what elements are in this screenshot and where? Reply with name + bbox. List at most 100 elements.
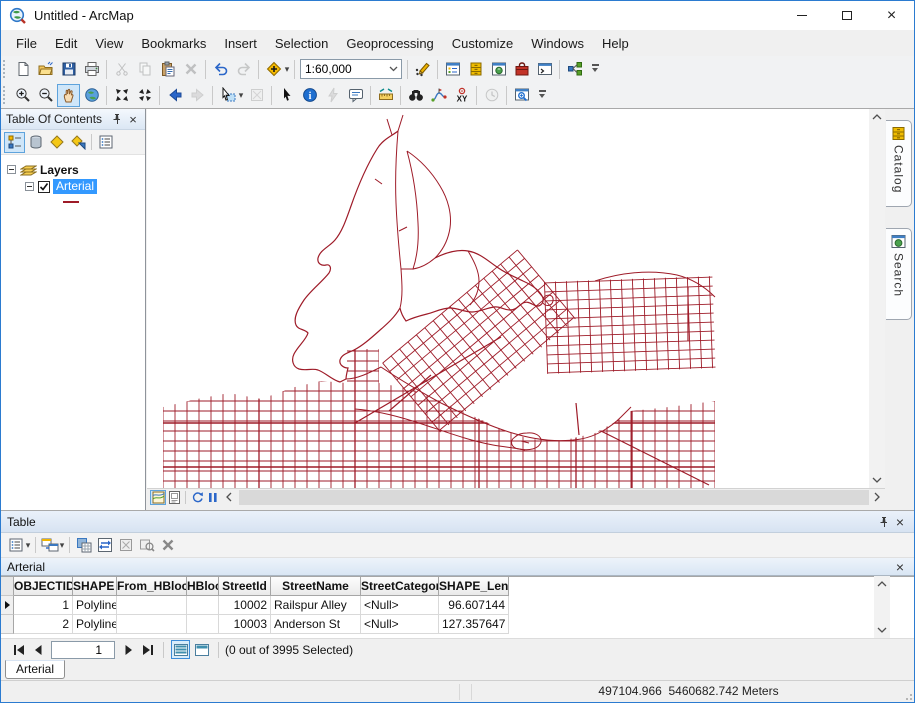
toc-pin-button[interactable] <box>109 111 125 127</box>
show-selected-records-button[interactable] <box>192 640 211 659</box>
cell-streetid[interactable]: 10003 <box>219 615 271 634</box>
arterial-line-symbol[interactable] <box>63 201 79 203</box>
copy-button[interactable] <box>133 58 156 81</box>
select-by-attributes-button[interactable] <box>73 535 94 556</box>
layout-view-button[interactable] <box>166 490 182 505</box>
table-layer-close-button[interactable]: × <box>892 559 908 575</box>
cell-hblock[interactable] <box>187 596 219 615</box>
map-vertical-scrollbar[interactable] <box>869 109 885 488</box>
first-record-button[interactable] <box>9 641 28 659</box>
go-back-extent-button[interactable] <box>163 84 186 107</box>
cell-objectid[interactable]: 2 <box>14 615 73 634</box>
table-row[interactable]: 1 Polyline Z 10002 Railspur Alley <Null>… <box>1 596 914 615</box>
identify-button[interactable]: i <box>298 84 321 107</box>
open-button[interactable] <box>34 58 57 81</box>
row-selector[interactable] <box>1 596 14 615</box>
show-all-records-button[interactable] <box>171 640 190 659</box>
scroll-up-button[interactable] <box>874 576 890 592</box>
fixed-zoom-out-button[interactable] <box>133 84 156 107</box>
scroll-down-button[interactable] <box>874 622 890 638</box>
menu-selection[interactable]: Selection <box>266 32 337 55</box>
last-record-button[interactable] <box>138 641 157 659</box>
zoom-out-button[interactable] <box>34 84 57 107</box>
toolbar-overflow-button[interactable] <box>588 58 602 80</box>
close-button[interactable]: × <box>869 1 914 30</box>
scroll-down-button[interactable] <box>869 472 885 488</box>
column-header-objectid[interactable]: OBJECTID * <box>14 577 73 596</box>
menu-windows[interactable]: Windows <box>522 32 593 55</box>
clear-selected-features-button[interactable] <box>245 84 268 107</box>
menu-geoprocessing[interactable]: Geoprocessing <box>337 32 442 55</box>
cell-objectid[interactable]: 1 <box>14 596 73 615</box>
menu-view[interactable]: View <box>86 32 132 55</box>
find-button[interactable] <box>404 84 427 107</box>
catalog-dock-tab[interactable]: Catalog <box>886 120 912 207</box>
maximize-button[interactable] <box>824 1 869 30</box>
hyperlink-button[interactable] <box>321 84 344 107</box>
menu-customize[interactable]: Customize <box>443 32 522 55</box>
column-header-from-hblock[interactable]: From_HBlock <box>117 577 187 596</box>
arctoolbox-window-button[interactable] <box>510 58 533 81</box>
menu-file[interactable]: File <box>7 32 46 55</box>
scroll-up-button[interactable] <box>869 109 885 125</box>
resize-grip[interactable] <box>904 692 912 700</box>
cell-from-hblock[interactable] <box>117 596 187 615</box>
menu-edit[interactable]: Edit <box>46 32 86 55</box>
current-record-input[interactable] <box>52 642 114 658</box>
delete-button[interactable] <box>179 58 202 81</box>
list-by-selection-button[interactable] <box>67 132 88 153</box>
list-by-visibility-button[interactable] <box>46 132 67 153</box>
toolbar-grip[interactable] <box>3 60 8 78</box>
cell-shape[interactable]: Polyline Z <box>73 596 117 615</box>
table-of-contents-window-button[interactable] <box>441 58 464 81</box>
cell-streetid[interactable]: 10002 <box>219 596 271 615</box>
toc-close-button[interactable]: × <box>125 111 141 127</box>
row-selector[interactable] <box>1 615 14 634</box>
menu-insert[interactable]: Insert <box>215 32 266 55</box>
toc-options-button[interactable] <box>95 132 116 153</box>
save-button[interactable] <box>57 58 80 81</box>
add-data-button[interactable] <box>262 58 285 81</box>
cell-shape-length[interactable]: 96.607144 <box>439 596 509 615</box>
list-by-source-button[interactable] <box>25 132 46 153</box>
measure-button[interactable] <box>374 84 397 107</box>
time-slider-button[interactable] <box>480 84 503 107</box>
cell-streetcategory[interactable]: <Null> <box>361 615 439 634</box>
delete-selected-button[interactable] <box>157 535 178 556</box>
current-record-box[interactable] <box>51 641 115 659</box>
list-by-drawing-order-button[interactable] <box>4 132 25 153</box>
toolbar-grip[interactable] <box>3 86 8 104</box>
previous-record-button[interactable] <box>28 641 47 659</box>
arterial-table-tab[interactable]: Arterial <box>5 660 65 679</box>
cell-shape[interactable]: Polyline Z <box>73 615 117 634</box>
toolbar-overflow-button[interactable] <box>535 84 549 106</box>
cell-from-hblock[interactable] <box>117 615 187 634</box>
pan-tool-button[interactable] <box>57 84 80 107</box>
data-view-button[interactable] <box>150 490 166 505</box>
menu-bookmarks[interactable]: Bookmarks <box>132 32 215 55</box>
zoom-in-button[interactable] <box>11 84 34 107</box>
python-window-button[interactable] <box>533 58 556 81</box>
table-options-dropdown[interactable]: ▾ <box>24 540 32 551</box>
map-scale-input[interactable] <box>301 62 385 76</box>
table-pin-button[interactable] <box>876 514 892 530</box>
cell-streetname[interactable]: Anderson St <box>271 615 361 634</box>
next-record-button[interactable] <box>119 641 138 659</box>
table-options-button[interactable] <box>5 535 26 556</box>
editor-toolbar-button[interactable] <box>411 58 434 81</box>
html-popup-button[interactable] <box>344 84 367 107</box>
zoom-to-selected-button[interactable] <box>136 535 157 556</box>
search-window-button[interactable] <box>487 58 510 81</box>
column-header-shape-length[interactable]: SHAPE_Length <box>439 577 509 596</box>
full-extent-button[interactable] <box>80 84 103 107</box>
arterial-layer-label[interactable]: Arterial <box>53 179 97 194</box>
map-canvas[interactable] <box>149 111 869 488</box>
refresh-view-button[interactable] <box>189 490 205 505</box>
map-scale-combobox[interactable] <box>300 59 402 79</box>
collapse-icon[interactable] <box>25 182 34 191</box>
select-features-button[interactable] <box>216 84 239 107</box>
redo-button[interactable] <box>232 58 255 81</box>
undo-button[interactable] <box>209 58 232 81</box>
column-header-streetname[interactable]: StreetName <box>271 577 361 596</box>
paste-button[interactable] <box>156 58 179 81</box>
